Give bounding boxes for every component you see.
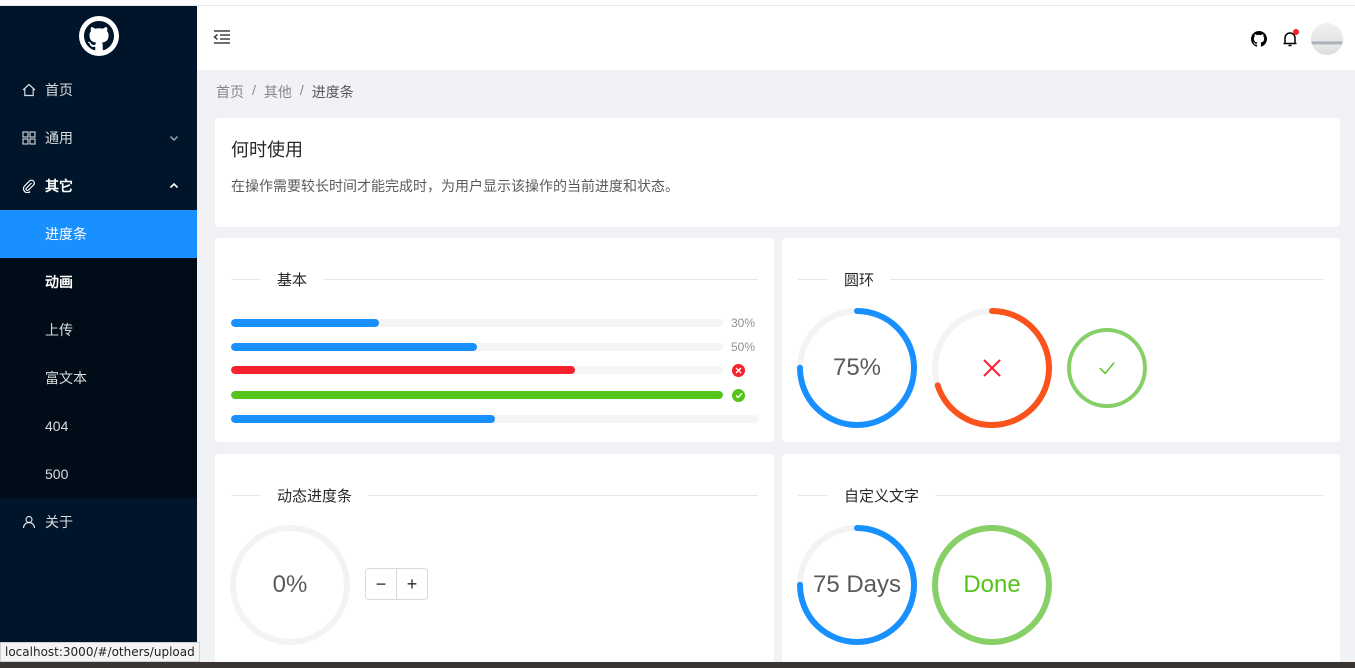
chevron-up-icon — [169, 178, 179, 194]
sidebar-item-rich-text[interactable]: 富文本 — [0, 354, 197, 402]
increase-button[interactable]: + — [396, 568, 428, 600]
progress-circle: 75% — [797, 308, 917, 428]
sidebar-item-label: 500 — [45, 466, 69, 482]
bell-icon[interactable] — [1283, 29, 1299, 47]
section-title: 自定义文字 — [844, 487, 920, 505]
sidebar-item-500[interactable]: 500 — [0, 450, 197, 498]
progress-fill — [231, 343, 477, 351]
progress-track — [231, 366, 723, 374]
avatar[interactable] — [1311, 23, 1343, 55]
progress-bar: 50% — [231, 340, 759, 354]
progress-track — [231, 391, 723, 399]
progress-circle — [1067, 328, 1147, 408]
check-circle-icon — [732, 388, 745, 402]
chevron-down-icon — [169, 130, 179, 146]
home-icon — [22, 83, 36, 97]
close-circle-icon — [732, 363, 745, 377]
section-divider: 基本 — [231, 268, 758, 290]
section-divider: 圆环 — [798, 268, 1324, 290]
decrease-button[interactable]: − — [365, 568, 397, 600]
check-icon — [1067, 328, 1147, 408]
progress-bar: 30% — [231, 316, 759, 330]
progress-track — [231, 319, 723, 327]
progress-circle: Done — [932, 525, 1052, 645]
sidebar-item-label: 动画 — [45, 274, 73, 290]
progress-label: 30% — [731, 316, 756, 330]
sidebar-item-general[interactable]: 通用 — [0, 114, 197, 162]
breadcrumb: 首页 / 其他 / 进度条 — [216, 82, 354, 102]
logo[interactable] — [0, 6, 197, 66]
menu-fold-icon[interactable] — [213, 28, 231, 49]
section-title: 圆环 — [844, 271, 875, 289]
progress-fill — [231, 415, 495, 423]
breadcrumb-current: 进度条 — [311, 84, 354, 100]
progress-circle: 75 Days — [797, 525, 917, 645]
header-actions — [1235, 23, 1343, 55]
progress-track — [231, 343, 723, 351]
section-divider: 动态进度条 — [231, 484, 758, 506]
section-divider: 自定义文字 — [798, 484, 1324, 506]
progress-label: 50% — [731, 340, 756, 354]
progress-circle — [932, 308, 1052, 428]
breadcrumb-item[interactable]: 其他 — [264, 82, 292, 102]
sidebar-item-label: 其它 — [45, 178, 73, 194]
sidebar-item-label: 上传 — [45, 322, 73, 338]
progress-fill — [231, 366, 576, 374]
appstore-icon — [22, 131, 36, 145]
sidebar-item-label: 通用 — [45, 130, 73, 146]
browser-status-url: localhost:3000/#/others/upload — [0, 642, 200, 662]
header — [197, 6, 1355, 70]
section-title: 基本 — [277, 271, 308, 289]
user-icon — [22, 515, 36, 529]
close-icon — [932, 308, 1052, 428]
sidebar-item-label: 关于 — [45, 514, 73, 530]
dynamic-card: 动态进度条 0% − + — [215, 454, 774, 664]
breadcrumb-separator: / — [252, 82, 256, 98]
notification-dot — [1293, 29, 1299, 35]
progress-circle-text: 75% — [832, 354, 882, 381]
progress-track — [231, 415, 759, 423]
section-title: 动态进度条 — [277, 487, 353, 505]
taskbar-edge — [0, 662, 1355, 668]
progress-fill — [231, 319, 379, 327]
progress-bar — [231, 363, 745, 377]
sidebar-item-upload[interactable]: 上传 — [0, 306, 197, 354]
progress-circle: 0% — [230, 525, 350, 645]
sidebar: 首页 通用 其它 进度条 动画 上传 富文本 404 500 关于 — [0, 6, 197, 668]
breadcrumb-separator: / — [299, 82, 304, 98]
intro-card: 何时使用 在操作需要较长时间才能完成时，为用户显示该操作的当前进度和状态。 — [215, 118, 1340, 227]
sidebar-item-label: 富文本 — [45, 370, 87, 386]
progress-circle-text: 75 Days — [812, 571, 902, 598]
breadcrumb-item[interactable]: 首页 — [216, 82, 244, 102]
basic-card: 基本 30% 50% — [215, 238, 774, 442]
progress-bar — [231, 388, 745, 402]
sidebar-item-home[interactable]: 首页 — [0, 66, 197, 114]
sidebar-item-progress[interactable]: 进度条 — [0, 210, 197, 258]
custom-text-card: 自定义文字 75 Days Done — [782, 454, 1340, 664]
progress-fill — [231, 391, 723, 399]
github-icon[interactable] — [1251, 31, 1267, 47]
progress-stepper: − + — [365, 568, 428, 600]
sidebar-item-label: 进度条 — [45, 226, 87, 242]
submenu-others: 进度条 动画 上传 富文本 404 500 — [0, 210, 197, 498]
progress-circle-text: Done — [963, 571, 1021, 598]
page-description: 在操作需要较长时间才能完成时，为用户显示该操作的当前进度和状态。 — [231, 178, 679, 194]
sidebar-item-label: 404 — [45, 418, 69, 434]
sidebar-item-about[interactable]: 关于 — [0, 498, 197, 546]
github-logo-icon — [78, 16, 119, 56]
page-title: 何时使用 — [231, 140, 303, 160]
progress-bar — [231, 412, 759, 426]
paperclip-icon — [22, 179, 36, 193]
sidebar-item-404[interactable]: 404 — [0, 402, 197, 450]
sidebar-item-others[interactable]: 其它 — [0, 162, 197, 210]
sidebar-item-animation[interactable]: 动画 — [0, 258, 197, 306]
circle-card: 圆环 75% — [782, 238, 1340, 442]
sidebar-item-label: 首页 — [45, 82, 73, 98]
progress-circle-text: 0% — [272, 571, 308, 598]
